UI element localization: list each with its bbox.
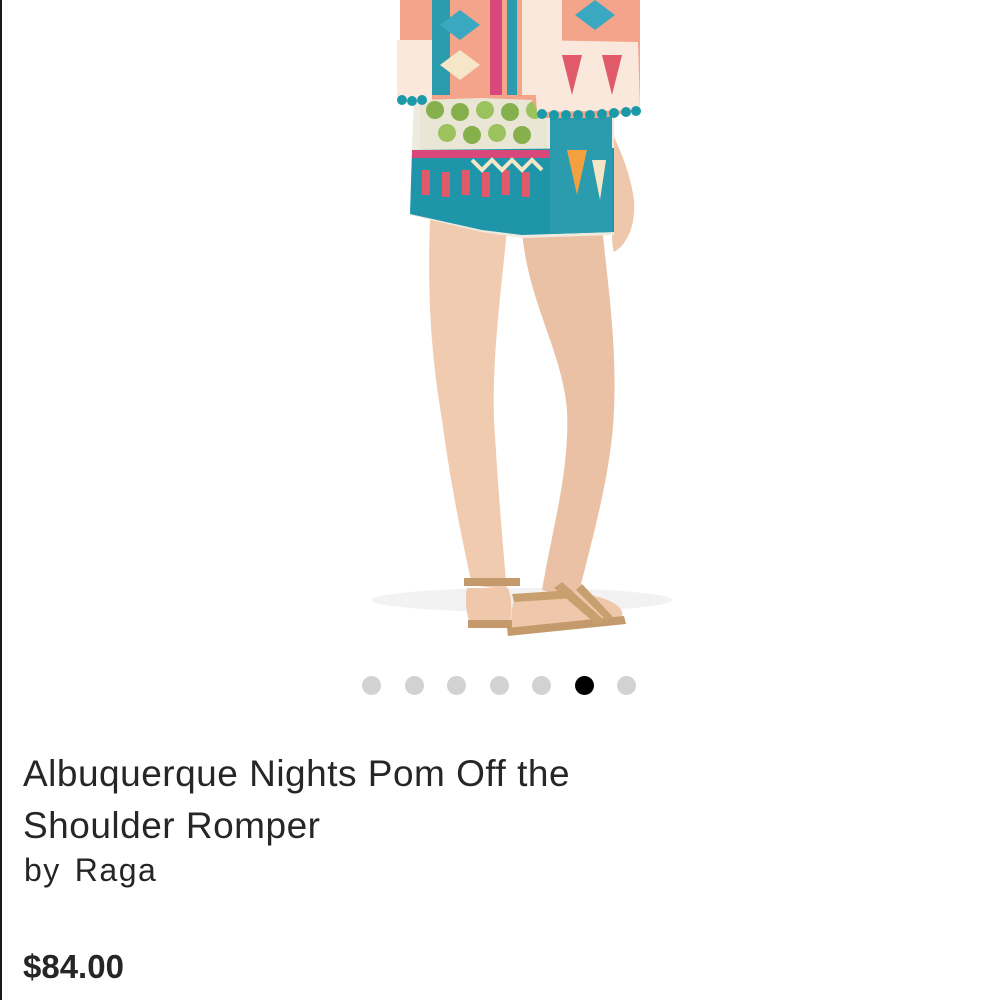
product-price: $84.00: [23, 948, 124, 985]
brand-link[interactable]: Raga: [75, 852, 158, 888]
carousel-dot[interactable]: [532, 676, 551, 695]
carousel-dot[interactable]: [404, 676, 424, 695]
by-label: by: [24, 852, 61, 888]
product-image[interactable]: [2, 0, 1000, 660]
image-carousel-dots: [362, 676, 636, 695]
carousel-dot-active[interactable]: [574, 676, 594, 695]
carousel-dot[interactable]: [447, 676, 466, 695]
carousel-dot[interactable]: [489, 676, 509, 695]
product-byline: by Raga: [24, 852, 157, 889]
carousel-dot[interactable]: [617, 676, 636, 695]
product-page: Albuquerque Nights Pom Off the Shoulder …: [0, 0, 1000, 1000]
product-title: Albuquerque Nights Pom Off the Shoulder …: [23, 753, 571, 846]
carousel-dot[interactable]: [362, 676, 381, 695]
